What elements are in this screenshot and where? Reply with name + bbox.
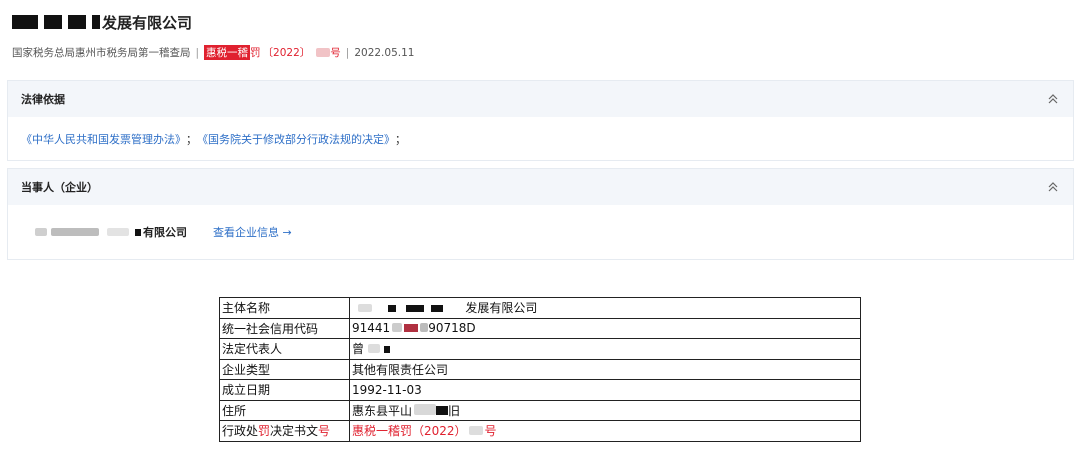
section-title: 当事人（企业） — [21, 181, 98, 194]
redacted-text — [92, 15, 100, 29]
table-key-text: 号 — [318, 424, 331, 439]
legal-basis-section: 法律依据 《中华人民共和国发票管理办法》 ； 《国务院关于修改部分行政法规的决定… — [7, 80, 1074, 161]
doc-date: 2022.05.11 — [354, 46, 415, 59]
doc-number-highlight: 惠税一稽 — [204, 45, 251, 60]
table-value: 曾 — [349, 338, 861, 360]
redacted-text — [383, 346, 390, 354]
redacted-text — [367, 344, 380, 354]
separator: ； — [395, 132, 406, 146]
redacted-text — [468, 426, 483, 436]
document-meta: 国家税务总局惠州市税务局第一稽查局 | 惠税一稽 罚 〔2022〕 号 | 20… — [12, 45, 414, 60]
redacted-text — [431, 305, 444, 313]
redacted-text — [405, 305, 424, 313]
redacted-text — [414, 403, 437, 415]
company-title-suffix: 发展有限公司 — [102, 13, 193, 32]
table-value: 惠东县平山 旧 — [349, 399, 861, 421]
doc-number-rest: 罚 — [250, 47, 261, 59]
table-key: 法定代表人 — [219, 338, 350, 360]
divider: | — [345, 46, 350, 59]
table-key-text: 行政处 — [222, 424, 259, 439]
law-link[interactable]: 《国务院关于修改部分行政法规的决定》 — [197, 131, 395, 147]
doc-year: 〔2022〕 — [262, 47, 311, 59]
table-key: 企业类型 — [219, 358, 350, 380]
redacted-text — [44, 15, 62, 29]
table-key: 主体名称 — [219, 297, 350, 319]
table-row: 成立日期 1992-11-03 — [219, 379, 861, 401]
law-link[interactable]: 《中华人民共和国发票管理办法》 — [21, 131, 186, 147]
table-value: 91441 90718D — [349, 317, 861, 339]
redacted-text — [392, 323, 403, 333]
section-body: 有限公司 查看企业信息 → — [8, 205, 1073, 259]
table-row: 企业类型 其他有限责任公司 — [219, 358, 861, 380]
redacted-text — [436, 405, 449, 415]
section-body: 《中华人民共和国发票管理办法》 ； 《国务院关于修改部分行政法规的决定》 ； — [8, 117, 1073, 160]
company-info-table: 主体名称 发展有限公司 统一社会信用代码 91441 90718D 法定代表人 曾… — [219, 297, 861, 442]
redacted-text — [107, 228, 129, 236]
table-value-text: 91441 — [352, 321, 391, 336]
authority: 国家税务总局惠州市税务局第一稽查局 — [12, 47, 191, 59]
table-row: 行政处罚决定书文号 惠税一稽罚（2022）号 — [219, 420, 861, 442]
doc-suffix: 号 — [330, 47, 341, 59]
table-value-text: 发展有限公司 — [465, 301, 538, 316]
table-value-text: 曾 — [352, 342, 365, 357]
table-key-text: 决定书文 — [270, 424, 319, 439]
table-value-text: 旧 — [448, 403, 461, 418]
table-key: 成立日期 — [219, 379, 350, 401]
separator: ； — [186, 132, 197, 146]
table-value: 发展有限公司 — [349, 297, 861, 319]
table-value: 其他有限责任公司 — [349, 358, 861, 380]
table-value-text: 号 — [484, 424, 497, 439]
table-value: 1992-11-03 — [349, 379, 861, 401]
table-value-text: 惠税一稽罚（2022） — [352, 424, 467, 439]
table-key: 住所 — [219, 399, 350, 421]
view-company-link[interactable]: 查看企业信息 → — [213, 224, 292, 240]
redacted-text — [358, 304, 372, 313]
redacted-text — [316, 48, 331, 57]
table-row: 统一社会信用代码 91441 90718D — [219, 317, 861, 339]
redacted-text — [35, 228, 47, 236]
table-row: 主体名称 发展有限公司 — [219, 297, 861, 319]
table-value: 惠税一稽罚（2022） 号 — [349, 420, 861, 442]
redacted-text — [12, 15, 38, 29]
table-key: 统一社会信用代码 — [219, 317, 350, 339]
redacted-text — [387, 305, 396, 313]
table-key-text: 罚 — [258, 424, 271, 439]
section-title: 法律依据 — [21, 93, 65, 106]
party-company-name: 有限公司 — [143, 226, 187, 239]
section-header: 法律依据 — [8, 81, 1073, 117]
table-value-text: 90718D — [428, 321, 476, 336]
redacted-text — [135, 228, 141, 236]
section-header: 当事人（企业） — [8, 169, 1073, 205]
party-section: 当事人（企业） 有限公司 查看企业信息 → — [7, 168, 1074, 260]
table-row: 住所 惠东县平山 旧 — [219, 399, 861, 421]
redacted-text — [68, 15, 86, 29]
divider: | — [195, 46, 200, 59]
redacted-text — [51, 228, 99, 236]
double-chevron-up-icon[interactable] — [1045, 179, 1061, 195]
double-chevron-up-icon[interactable] — [1045, 91, 1061, 107]
table-key: 行政处罚决定书文号 — [219, 420, 350, 442]
redacted-text — [404, 324, 419, 333]
table-value-text: 惠东县平山 — [352, 403, 413, 418]
redacted-text — [420, 323, 429, 333]
table-row: 法定代表人 曾 — [219, 338, 861, 360]
company-title: 发展有限公司 — [12, 11, 192, 33]
